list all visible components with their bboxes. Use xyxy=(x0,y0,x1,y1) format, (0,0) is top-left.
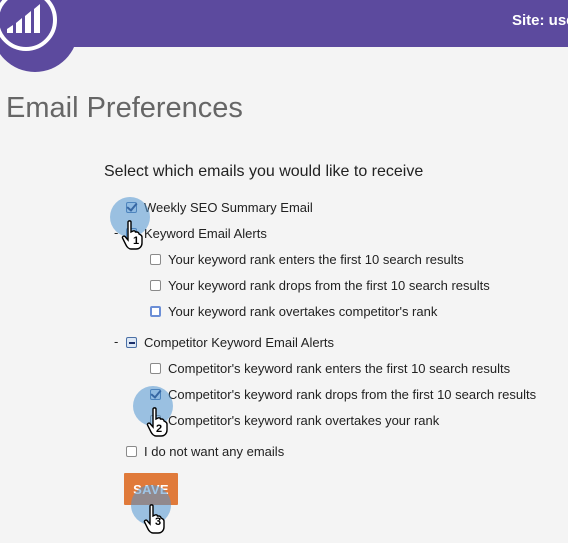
hand-pointer-icon xyxy=(143,504,165,534)
page-title: Email Preferences xyxy=(6,92,243,124)
option-keyword-overtakes[interactable]: Your keyword rank overtakes competitor's… xyxy=(150,303,437,319)
competitor-enters-label: Competitor's keyword rank enters the fir… xyxy=(168,360,511,376)
option-competitor-enters[interactable]: Competitor's keyword rank enters the fir… xyxy=(150,360,510,376)
option-weekly-summary[interactable]: Weekly SEO Summary Email xyxy=(126,199,313,215)
logo-circle xyxy=(0,0,57,51)
top-bar: Site: user xyxy=(0,0,568,47)
option-keyword-drops[interactable]: Your keyword rank drops from the first 1… xyxy=(150,277,490,293)
step-number-1: 1 xyxy=(133,235,140,247)
keyword-overtakes-checkbox[interactable] xyxy=(150,305,161,317)
site-label: Site: user xyxy=(512,12,568,29)
no-emails-checkbox[interactable] xyxy=(126,445,137,457)
option-keyword-enters[interactable]: Your keyword rank enters the first 10 se… xyxy=(150,251,464,267)
keyword-enters-label: Your keyword rank enters the first 10 se… xyxy=(168,251,464,267)
step-number-3: 3 xyxy=(155,516,162,528)
hand-pointer-icon xyxy=(121,220,143,250)
keyword-enters-checkbox[interactable] xyxy=(150,253,161,265)
keyword-drops-label: Your keyword rank drops from the first 1… xyxy=(168,277,490,293)
competitor-group-toggle[interactable]: - xyxy=(114,334,118,349)
keyword-overtakes-label: Your keyword rank overtakes competitor's… xyxy=(168,303,438,319)
keyword-email-alerts-group[interactable]: Keyword Email Alerts xyxy=(126,225,267,241)
weekly-summary-label: Weekly SEO Summary Email xyxy=(144,199,313,215)
option-no-emails[interactable]: I do not want any emails xyxy=(126,443,284,459)
logo[interactable] xyxy=(0,0,78,72)
option-competitor-overtakes[interactable]: Competitor's keyword rank overtakes your… xyxy=(150,412,439,428)
no-emails-label: I do not want any emails xyxy=(144,443,285,459)
keyword-drops-checkbox[interactable] xyxy=(150,279,161,291)
competitor-email-alerts-group[interactable]: Competitor Keyword Email Alerts xyxy=(126,334,334,350)
competitor-enters-checkbox[interactable] xyxy=(150,362,161,374)
competitor-drops-label: Competitor's keyword rank drops from the… xyxy=(168,386,537,402)
bar-chart-logo-icon xyxy=(7,4,40,33)
competitor-group-label: Competitor Keyword Email Alerts xyxy=(144,334,335,350)
competitor-group-checkbox[interactable] xyxy=(126,336,137,348)
keyword-group-label: Keyword Email Alerts xyxy=(144,225,267,241)
step-number-2: 2 xyxy=(156,423,163,435)
option-competitor-drops[interactable]: Competitor's keyword rank drops from the… xyxy=(150,386,536,402)
instructions: Select which emails you would like to re… xyxy=(104,163,424,180)
competitor-overtakes-label: Competitor's keyword rank overtakes your… xyxy=(168,412,440,428)
